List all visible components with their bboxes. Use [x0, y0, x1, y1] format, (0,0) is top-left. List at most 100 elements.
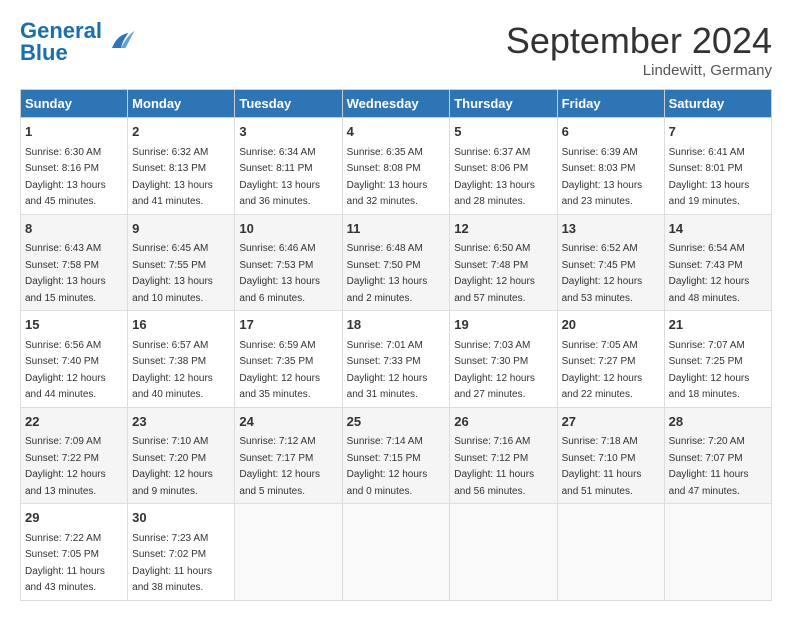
day-number: 2: [132, 122, 230, 142]
calendar-cell: 27 Sunrise: 7:18 AM Sunset: 7:10 PM Dayl…: [557, 407, 664, 504]
calendar-cell: [557, 504, 664, 601]
calendar-cell: 25 Sunrise: 7:14 AM Sunset: 7:15 PM Dayl…: [342, 407, 450, 504]
calendar-cell: 6 Sunrise: 6:39 AM Sunset: 8:03 PM Dayli…: [557, 118, 664, 215]
day-info: Sunrise: 6:30 AM Sunset: 8:16 PM Dayligh…: [25, 147, 106, 208]
day-number: 18: [347, 315, 446, 335]
day-info: Sunrise: 7:18 AM Sunset: 7:10 PM Dayligh…: [562, 436, 642, 497]
calendar-cell: 26 Sunrise: 7:16 AM Sunset: 7:12 PM Dayl…: [450, 407, 557, 504]
calendar-cell: 3 Sunrise: 6:34 AM Sunset: 8:11 PM Dayli…: [235, 118, 342, 215]
day-info: Sunrise: 7:12 AM Sunset: 7:17 PM Dayligh…: [239, 436, 320, 497]
calendar-cell: 13 Sunrise: 6:52 AM Sunset: 7:45 PM Dayl…: [557, 214, 664, 311]
day-number: 22: [25, 412, 123, 432]
day-number: 17: [239, 315, 337, 335]
header-wednesday: Wednesday: [342, 90, 450, 118]
logo-text: General Blue: [20, 20, 102, 64]
day-number: 20: [562, 315, 660, 335]
day-number: 3: [239, 122, 337, 142]
day-number: 1: [25, 122, 123, 142]
day-number: 5: [454, 122, 552, 142]
day-info: Sunrise: 6:48 AM Sunset: 7:50 PM Dayligh…: [347, 243, 428, 304]
day-number: 19: [454, 315, 552, 335]
calendar-cell: 4 Sunrise: 6:35 AM Sunset: 8:08 PM Dayli…: [342, 118, 450, 215]
calendar-cell: [450, 504, 557, 601]
logo-bird-icon: [106, 27, 136, 57]
header-saturday: Saturday: [664, 90, 771, 118]
logo: General Blue: [20, 20, 136, 64]
day-info: Sunrise: 6:54 AM Sunset: 7:43 PM Dayligh…: [669, 243, 750, 304]
day-info: Sunrise: 6:56 AM Sunset: 7:40 PM Dayligh…: [25, 340, 106, 401]
day-info: Sunrise: 7:10 AM Sunset: 7:20 PM Dayligh…: [132, 436, 213, 497]
month-title: September 2024: [506, 20, 772, 62]
day-number: 9: [132, 219, 230, 239]
calendar-cell: 10 Sunrise: 6:46 AM Sunset: 7:53 PM Dayl…: [235, 214, 342, 311]
day-info: Sunrise: 6:32 AM Sunset: 8:13 PM Dayligh…: [132, 147, 213, 208]
day-info: Sunrise: 7:22 AM Sunset: 7:05 PM Dayligh…: [25, 533, 105, 594]
calendar-cell: 11 Sunrise: 6:48 AM Sunset: 7:50 PM Dayl…: [342, 214, 450, 311]
calendar-week-row: 1 Sunrise: 6:30 AM Sunset: 8:16 PM Dayli…: [21, 118, 772, 215]
calendar-cell: 5 Sunrise: 6:37 AM Sunset: 8:06 PM Dayli…: [450, 118, 557, 215]
day-number: 30: [132, 508, 230, 528]
calendar-cell: 28 Sunrise: 7:20 AM Sunset: 7:07 PM Dayl…: [664, 407, 771, 504]
calendar-week-row: 22 Sunrise: 7:09 AM Sunset: 7:22 PM Dayl…: [21, 407, 772, 504]
day-number: 23: [132, 412, 230, 432]
day-info: Sunrise: 6:52 AM Sunset: 7:45 PM Dayligh…: [562, 243, 643, 304]
day-info: Sunrise: 7:09 AM Sunset: 7:22 PM Dayligh…: [25, 436, 106, 497]
day-info: Sunrise: 6:46 AM Sunset: 7:53 PM Dayligh…: [239, 243, 320, 304]
calendar-cell: 9 Sunrise: 6:45 AM Sunset: 7:55 PM Dayli…: [128, 214, 235, 311]
day-info: Sunrise: 6:35 AM Sunset: 8:08 PM Dayligh…: [347, 147, 428, 208]
calendar-cell: 20 Sunrise: 7:05 AM Sunset: 7:27 PM Dayl…: [557, 311, 664, 408]
calendar-cell: [664, 504, 771, 601]
day-info: Sunrise: 6:59 AM Sunset: 7:35 PM Dayligh…: [239, 340, 320, 401]
header-thursday: Thursday: [450, 90, 557, 118]
calendar-cell: 29 Sunrise: 7:22 AM Sunset: 7:05 PM Dayl…: [21, 504, 128, 601]
calendar-cell: 19 Sunrise: 7:03 AM Sunset: 7:30 PM Dayl…: [450, 311, 557, 408]
calendar-cell: 24 Sunrise: 7:12 AM Sunset: 7:17 PM Dayl…: [235, 407, 342, 504]
day-number: 11: [347, 219, 446, 239]
day-info: Sunrise: 6:37 AM Sunset: 8:06 PM Dayligh…: [454, 147, 535, 208]
calendar-cell: 17 Sunrise: 6:59 AM Sunset: 7:35 PM Dayl…: [235, 311, 342, 408]
day-info: Sunrise: 6:41 AM Sunset: 8:01 PM Dayligh…: [669, 147, 750, 208]
calendar-week-row: 8 Sunrise: 6:43 AM Sunset: 7:58 PM Dayli…: [21, 214, 772, 311]
day-info: Sunrise: 6:57 AM Sunset: 7:38 PM Dayligh…: [132, 340, 213, 401]
day-info: Sunrise: 7:23 AM Sunset: 7:02 PM Dayligh…: [132, 533, 212, 594]
day-number: 14: [669, 219, 767, 239]
calendar-header-row: SundayMondayTuesdayWednesdayThursdayFrid…: [21, 90, 772, 118]
calendar-week-row: 15 Sunrise: 6:56 AM Sunset: 7:40 PM Dayl…: [21, 311, 772, 408]
calendar-cell: 12 Sunrise: 6:50 AM Sunset: 7:48 PM Dayl…: [450, 214, 557, 311]
header-tuesday: Tuesday: [235, 90, 342, 118]
day-info: Sunrise: 7:03 AM Sunset: 7:30 PM Dayligh…: [454, 340, 535, 401]
day-info: Sunrise: 6:39 AM Sunset: 8:03 PM Dayligh…: [562, 147, 643, 208]
calendar-cell: 7 Sunrise: 6:41 AM Sunset: 8:01 PM Dayli…: [664, 118, 771, 215]
calendar-cell: 30 Sunrise: 7:23 AM Sunset: 7:02 PM Dayl…: [128, 504, 235, 601]
calendar-cell: [235, 504, 342, 601]
location: Lindewitt, Germany: [506, 62, 772, 79]
header-friday: Friday: [557, 90, 664, 118]
day-info: Sunrise: 7:01 AM Sunset: 7:33 PM Dayligh…: [347, 340, 428, 401]
day-info: Sunrise: 7:07 AM Sunset: 7:25 PM Dayligh…: [669, 340, 750, 401]
page-header: General Blue September 2024 Lindewitt, G…: [20, 20, 772, 79]
day-number: 8: [25, 219, 123, 239]
day-number: 29: [25, 508, 123, 528]
calendar-cell: [342, 504, 450, 601]
calendar-table: SundayMondayTuesdayWednesdayThursdayFrid…: [20, 89, 772, 601]
day-number: 10: [239, 219, 337, 239]
day-info: Sunrise: 6:45 AM Sunset: 7:55 PM Dayligh…: [132, 243, 213, 304]
day-info: Sunrise: 7:20 AM Sunset: 7:07 PM Dayligh…: [669, 436, 749, 497]
calendar-week-row: 29 Sunrise: 7:22 AM Sunset: 7:05 PM Dayl…: [21, 504, 772, 601]
calendar-cell: 15 Sunrise: 6:56 AM Sunset: 7:40 PM Dayl…: [21, 311, 128, 408]
calendar-cell: 1 Sunrise: 6:30 AM Sunset: 8:16 PM Dayli…: [21, 118, 128, 215]
day-number: 15: [25, 315, 123, 335]
day-number: 6: [562, 122, 660, 142]
day-number: 28: [669, 412, 767, 432]
day-number: 13: [562, 219, 660, 239]
day-info: Sunrise: 6:34 AM Sunset: 8:11 PM Dayligh…: [239, 147, 320, 208]
header-monday: Monday: [128, 90, 235, 118]
calendar-cell: 2 Sunrise: 6:32 AM Sunset: 8:13 PM Dayli…: [128, 118, 235, 215]
day-number: 24: [239, 412, 337, 432]
day-number: 4: [347, 122, 446, 142]
calendar-cell: 23 Sunrise: 7:10 AM Sunset: 7:20 PM Dayl…: [128, 407, 235, 504]
day-info: Sunrise: 7:14 AM Sunset: 7:15 PM Dayligh…: [347, 436, 428, 497]
calendar-cell: 16 Sunrise: 6:57 AM Sunset: 7:38 PM Dayl…: [128, 311, 235, 408]
calendar-cell: 21 Sunrise: 7:07 AM Sunset: 7:25 PM Dayl…: [664, 311, 771, 408]
calendar-cell: 22 Sunrise: 7:09 AM Sunset: 7:22 PM Dayl…: [21, 407, 128, 504]
